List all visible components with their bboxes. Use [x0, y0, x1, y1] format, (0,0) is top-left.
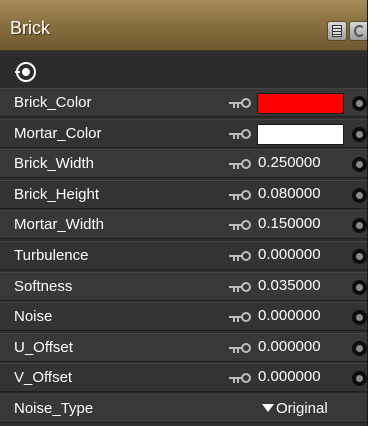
property-value[interactable]: 0.000000 [258, 307, 321, 324]
key-icon[interactable] [229, 158, 251, 170]
property-value[interactable]: 0.000000 [258, 338, 321, 355]
input-connector-icon[interactable] [352, 340, 367, 356]
property-value[interactable]: 0.150000 [258, 215, 321, 232]
property-label: Brick_Color [14, 94, 92, 111]
property-label: V_Offset [14, 369, 73, 387]
list-icon[interactable] [327, 21, 347, 41]
key-icon-tooth [237, 377, 239, 384]
property-row-noise[interactable]: Noise 0.000000 [0, 302, 367, 332]
key-icon-tooth [237, 255, 239, 261]
property-row-v-offset[interactable]: V_Offset 0.000000 [0, 363, 367, 393]
property-value[interactable]: 0.080000 [258, 185, 321, 202]
key-icon-tooth [233, 132, 235, 139]
key-icon-tooth [233, 316, 235, 323]
key-icon[interactable] [229, 250, 251, 262]
property-label: Turbulence [14, 247, 89, 264]
property-label: Softness [14, 277, 73, 295]
property-label: Mortar_Width [14, 216, 105, 234]
dropdown-value: Original [276, 400, 328, 417]
key-icon[interactable] [229, 189, 251, 201]
panel-title: Brick [10, 18, 50, 38]
key-icon-tooth [233, 163, 235, 170]
input-connector-icon[interactable] [352, 126, 367, 142]
key-icon-tooth [237, 316, 239, 323]
input-connector-icon[interactable] [352, 371, 367, 387]
input-connector-icon[interactable] [352, 279, 367, 295]
property-row-brick-width[interactable]: Brick_Width 0.250000 [0, 149, 367, 179]
key-icon[interactable] [229, 219, 251, 231]
noise-type-dropdown[interactable]: Original [262, 400, 328, 417]
property-label: Brick_Height [14, 185, 100, 203]
input-connector-icon[interactable] [352, 249, 367, 264]
refresh-icon[interactable] [349, 21, 367, 41]
key-icon-tooth [237, 285, 239, 292]
input-connector-icon[interactable] [352, 96, 367, 111]
key-icon-tooth [233, 193, 235, 200]
key-icon-tooth [237, 193, 239, 200]
property-value[interactable]: 0.000000 [258, 246, 321, 263]
key-icon-tooth [233, 285, 235, 292]
input-connector-icon[interactable] [352, 310, 367, 326]
key-icon[interactable] [229, 372, 251, 384]
panel-header: Brick [0, 0, 367, 51]
key-icon[interactable] [229, 97, 251, 109]
property-row-noise-type[interactable]: Noise_Type Original [0, 394, 367, 423]
key-icon-tooth [237, 163, 239, 170]
key-icon-tooth [237, 224, 239, 231]
key-icon-tooth [233, 224, 235, 231]
property-row-mortar-width[interactable]: Mortar_Width 0.150000 [0, 210, 367, 240]
node-output-icon[interactable] [15, 62, 36, 82]
input-connector-icon[interactable] [352, 218, 367, 234]
property-value[interactable]: 0.250000 [258, 154, 321, 171]
property-row-u-offset[interactable]: U_Offset 0.000000 [0, 332, 367, 362]
key-icon-tooth [237, 132, 239, 139]
property-row-mortar-color[interactable]: Mortar_Color [0, 118, 367, 148]
property-label: Noise [14, 308, 53, 326]
key-icon-tooth [233, 346, 235, 353]
property-row-turbulence[interactable]: Turbulence 0.000000 [0, 241, 367, 270]
key-icon-tooth [237, 346, 239, 353]
property-value[interactable]: 0.000000 [258, 368, 321, 385]
property-label: Mortar_Color [14, 124, 102, 142]
dropdown-arrow-icon [262, 404, 274, 412]
key-icon-tooth [233, 102, 235, 108]
key-icon[interactable] [229, 311, 251, 323]
color-swatch[interactable] [257, 93, 344, 114]
property-row-brick-height[interactable]: Brick_Height 0.080000 [0, 179, 367, 209]
key-icon[interactable] [229, 128, 251, 140]
key-icon-tooth [237, 102, 239, 108]
key-icon[interactable] [229, 342, 251, 354]
input-connector-icon[interactable] [352, 187, 367, 203]
node-output-row [0, 57, 367, 87]
input-connector-icon[interactable] [352, 157, 367, 173]
key-icon[interactable] [229, 281, 251, 293]
color-swatch[interactable] [257, 123, 344, 145]
brick-node-panel: Brick Brick_Color Mortar_Color Brick_Width… [0, 0, 368, 426]
property-label: U_Offset [14, 338, 73, 356]
property-row-softness[interactable]: Softness 0.035000 [0, 271, 367, 301]
property-row-brick-color[interactable]: Brick_Color [0, 88, 367, 117]
property-label: Noise_Type [14, 400, 94, 417]
key-icon-tooth [233, 377, 235, 384]
property-label: Brick_Width [14, 155, 95, 173]
key-icon-tooth [233, 255, 235, 261]
property-value[interactable]: 0.035000 [258, 277, 321, 294]
